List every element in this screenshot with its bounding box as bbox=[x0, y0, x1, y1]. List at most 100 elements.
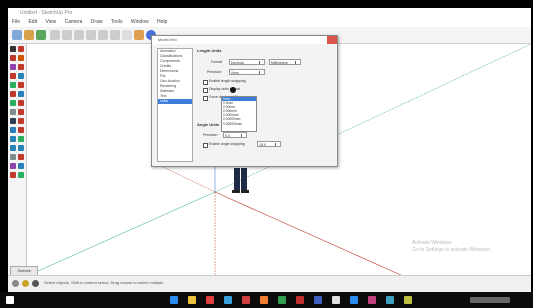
paint-bucket-icon[interactable] bbox=[24, 30, 34, 40]
app-icon[interactable] bbox=[404, 296, 412, 304]
arc-icon[interactable] bbox=[10, 73, 16, 79]
menu-bar: File Edit View Camera Draw Tools Window … bbox=[8, 18, 531, 27]
credits-icon[interactable] bbox=[22, 280, 29, 287]
angle-precision-label: Precision bbox=[203, 133, 218, 137]
watermark-line-2: Go to Settings to activate Windows. bbox=[412, 247, 491, 253]
rectangle-tool-icon[interactable] bbox=[62, 30, 72, 40]
force-zero-checkbox[interactable] bbox=[203, 96, 208, 101]
green-axis-negative bbox=[27, 191, 216, 276]
offset-icon[interactable] bbox=[18, 100, 24, 106]
previous-view-icon[interactable] bbox=[18, 154, 24, 160]
activation-watermark: Activate Windows Go to Settings to activ… bbox=[412, 240, 491, 254]
angle-snapping-checkbox[interactable] bbox=[203, 143, 208, 148]
scale-icon[interactable] bbox=[10, 100, 16, 106]
category-item-units[interactable]: Units bbox=[158, 99, 192, 104]
format-select[interactable]: Decimal bbox=[229, 59, 265, 65]
zoom-icon[interactable] bbox=[10, 145, 16, 151]
menu-file[interactable]: File bbox=[12, 19, 20, 25]
menu-view[interactable]: View bbox=[45, 19, 56, 25]
watermark-line-1: Activate Windows bbox=[412, 240, 452, 246]
app-icon[interactable] bbox=[242, 296, 250, 304]
menu-window[interactable]: Window bbox=[131, 19, 149, 25]
tape-measure-icon[interactable] bbox=[10, 109, 16, 115]
zoom-window-icon[interactable] bbox=[18, 145, 24, 151]
look-around-icon[interactable] bbox=[18, 163, 24, 169]
follow-me-icon[interactable] bbox=[18, 91, 24, 97]
undo-icon[interactable] bbox=[98, 30, 108, 40]
freehand-icon[interactable] bbox=[18, 55, 24, 61]
chevron-down-icon bbox=[275, 143, 279, 146]
copy-icon[interactable] bbox=[86, 30, 96, 40]
chevron-down-icon bbox=[295, 61, 299, 64]
rectangle-icon[interactable] bbox=[10, 64, 16, 70]
polygon-icon[interactable] bbox=[18, 73, 24, 79]
window-title: Untitled - SketchUp Pro bbox=[8, 8, 531, 18]
select-icon[interactable] bbox=[10, 46, 16, 52]
task-view-icon[interactable] bbox=[170, 296, 178, 304]
angle-snapping-select[interactable]: 15.0 bbox=[257, 141, 281, 147]
position-camera-icon[interactable] bbox=[10, 163, 16, 169]
status-text: Select objects. Shift to extend select. … bbox=[44, 280, 165, 285]
eraser-icon[interactable] bbox=[36, 30, 46, 40]
protractor-icon[interactable] bbox=[10, 118, 16, 124]
dimension-icon[interactable] bbox=[18, 109, 24, 115]
select-tool-icon[interactable] bbox=[12, 30, 22, 40]
pan-icon[interactable] bbox=[18, 136, 24, 142]
cut-icon[interactable] bbox=[74, 30, 84, 40]
precision-dropdown-list[interactable]: 0mm 0.0mm 0.00mm 0.000mm 0.0000mm 0.0000… bbox=[221, 96, 257, 132]
angle-precision-value: 0.0 bbox=[225, 134, 230, 138]
model-info-dialog: Model Info Animation Classifications Com… bbox=[151, 35, 338, 167]
app-icon[interactable] bbox=[260, 296, 268, 304]
app-icon[interactable] bbox=[368, 296, 376, 304]
rotate-icon[interactable] bbox=[10, 91, 16, 97]
app-icon[interactable] bbox=[314, 296, 322, 304]
section-plane-icon[interactable] bbox=[18, 172, 24, 178]
start-icon[interactable] bbox=[6, 296, 14, 304]
3d-text-icon[interactable] bbox=[18, 127, 24, 133]
move-icon[interactable] bbox=[10, 82, 16, 88]
chrome-icon[interactable] bbox=[206, 296, 214, 304]
edge-icon[interactable] bbox=[224, 296, 232, 304]
chevron-down-icon bbox=[241, 134, 245, 137]
component-icon[interactable] bbox=[18, 46, 24, 52]
app-icon[interactable] bbox=[350, 296, 358, 304]
precision-label: Precision bbox=[207, 70, 222, 74]
text-icon[interactable] bbox=[18, 118, 24, 124]
zoom-extents-icon[interactable] bbox=[10, 154, 16, 160]
menu-edit[interactable]: Edit bbox=[28, 19, 37, 25]
walk-icon[interactable] bbox=[10, 172, 16, 178]
large-tool-set bbox=[8, 44, 27, 276]
print-icon[interactable] bbox=[122, 30, 132, 40]
app-icon[interactable] bbox=[386, 296, 394, 304]
line-tool-icon[interactable] bbox=[50, 30, 60, 40]
axes-icon[interactable] bbox=[10, 127, 16, 133]
precision-option[interactable]: 0.000000mm bbox=[222, 122, 256, 126]
warehouse-icon[interactable] bbox=[134, 30, 144, 40]
angle-snapping-label: Enable angle snapping bbox=[209, 142, 245, 146]
chevron-down-icon bbox=[259, 71, 263, 74]
app-icon[interactable] bbox=[332, 296, 340, 304]
close-icon[interactable] bbox=[327, 36, 337, 44]
display-units-checkbox[interactable] bbox=[203, 88, 208, 93]
menu-tools[interactable]: Tools bbox=[111, 19, 123, 25]
unit-select[interactable]: Millimeters bbox=[269, 59, 301, 65]
geo-location-icon[interactable] bbox=[12, 280, 19, 287]
redo-icon[interactable] bbox=[110, 30, 120, 40]
menu-draw[interactable]: Draw bbox=[91, 19, 103, 25]
pencil-icon[interactable] bbox=[10, 55, 16, 61]
mouse-cursor-icon bbox=[230, 87, 236, 93]
system-tray-icon[interactable] bbox=[470, 297, 510, 303]
menu-camera[interactable]: Camera bbox=[65, 19, 83, 25]
sketchup-taskbar-icon[interactable] bbox=[296, 296, 304, 304]
length-snapping-checkbox[interactable] bbox=[203, 80, 208, 85]
orbit-icon[interactable] bbox=[10, 136, 16, 142]
circle-icon[interactable] bbox=[18, 64, 24, 70]
menu-help[interactable]: Help bbox=[157, 19, 167, 25]
file-explorer-icon[interactable] bbox=[188, 296, 196, 304]
unit-value: Millimeters bbox=[271, 61, 288, 65]
help-icon[interactable] bbox=[32, 280, 39, 287]
angle-precision-select[interactable]: 0.0 bbox=[223, 132, 247, 138]
push-pull-icon[interactable] bbox=[18, 82, 24, 88]
app-icon[interactable] bbox=[278, 296, 286, 304]
precision-select[interactable]: 0mm bbox=[229, 69, 265, 75]
